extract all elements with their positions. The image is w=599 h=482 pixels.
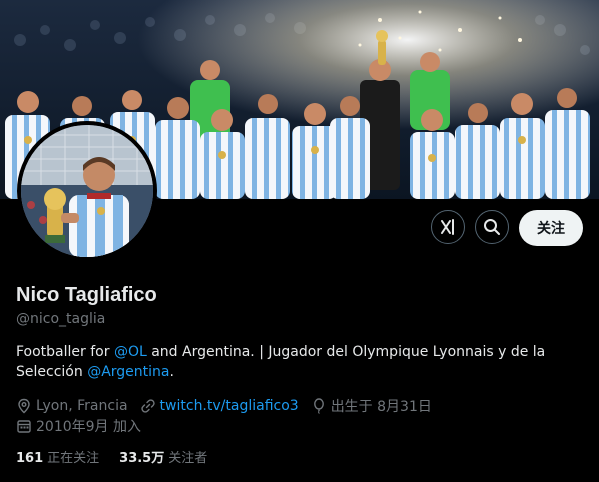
profile-avatar[interactable]	[17, 121, 157, 261]
search-button[interactable]	[475, 210, 509, 244]
website-link[interactable]: twitch.tv/tagliafico3	[160, 398, 299, 414]
birthday-item: 出生于 8月31日	[311, 396, 432, 416]
profile-meta-row-1: Lyon, Francia twitch.tv/tagliafico3 出生于 …	[16, 396, 444, 416]
calendar-icon	[17, 420, 31, 433]
followers-label: 关注者	[168, 451, 208, 466]
location-text: Lyon, Francia	[36, 398, 128, 414]
birthday-text: 出生于 8月31日	[330, 399, 432, 415]
location-pin-icon	[18, 398, 30, 414]
profile-bio: Footballer for @OL and Argentina. | Juga…	[16, 342, 576, 382]
grok-button[interactable]	[431, 210, 465, 244]
bio-link-argentina[interactable]: @Argentina	[87, 364, 169, 380]
bio-text-prefix: Footballer for	[16, 344, 114, 360]
follow-button[interactable]: 关注	[519, 210, 583, 246]
followers-count: 33.5万	[119, 451, 165, 466]
bio-text-suffix: .	[169, 364, 174, 380]
profile-handle: @nico_taglia	[16, 311, 106, 327]
following-count: 161	[16, 451, 44, 466]
grok-icon	[441, 219, 454, 235]
location-item: Lyon, Francia	[16, 398, 128, 414]
profile-meta-row-2: 2010年9月 加入	[16, 416, 153, 436]
following-link[interactable]: 161 正在关注	[16, 447, 99, 466]
search-icon	[484, 219, 500, 235]
bio-link-ol[interactable]: @OL	[114, 344, 147, 360]
link-icon	[140, 399, 155, 413]
joined-text: 2010年9月 加入	[36, 419, 141, 435]
profile-stats: 161 正在关注 33.5万 关注者	[16, 447, 227, 466]
followers-link[interactable]: 33.5万 关注者	[119, 447, 207, 466]
profile-name: Nico Tagliafico	[16, 284, 157, 306]
balloon-icon	[313, 398, 324, 414]
following-label: 正在关注	[47, 451, 100, 466]
joined-item: 2010年9月 加入	[16, 416, 141, 436]
website-item[interactable]: twitch.tv/tagliafico3	[140, 398, 299, 414]
